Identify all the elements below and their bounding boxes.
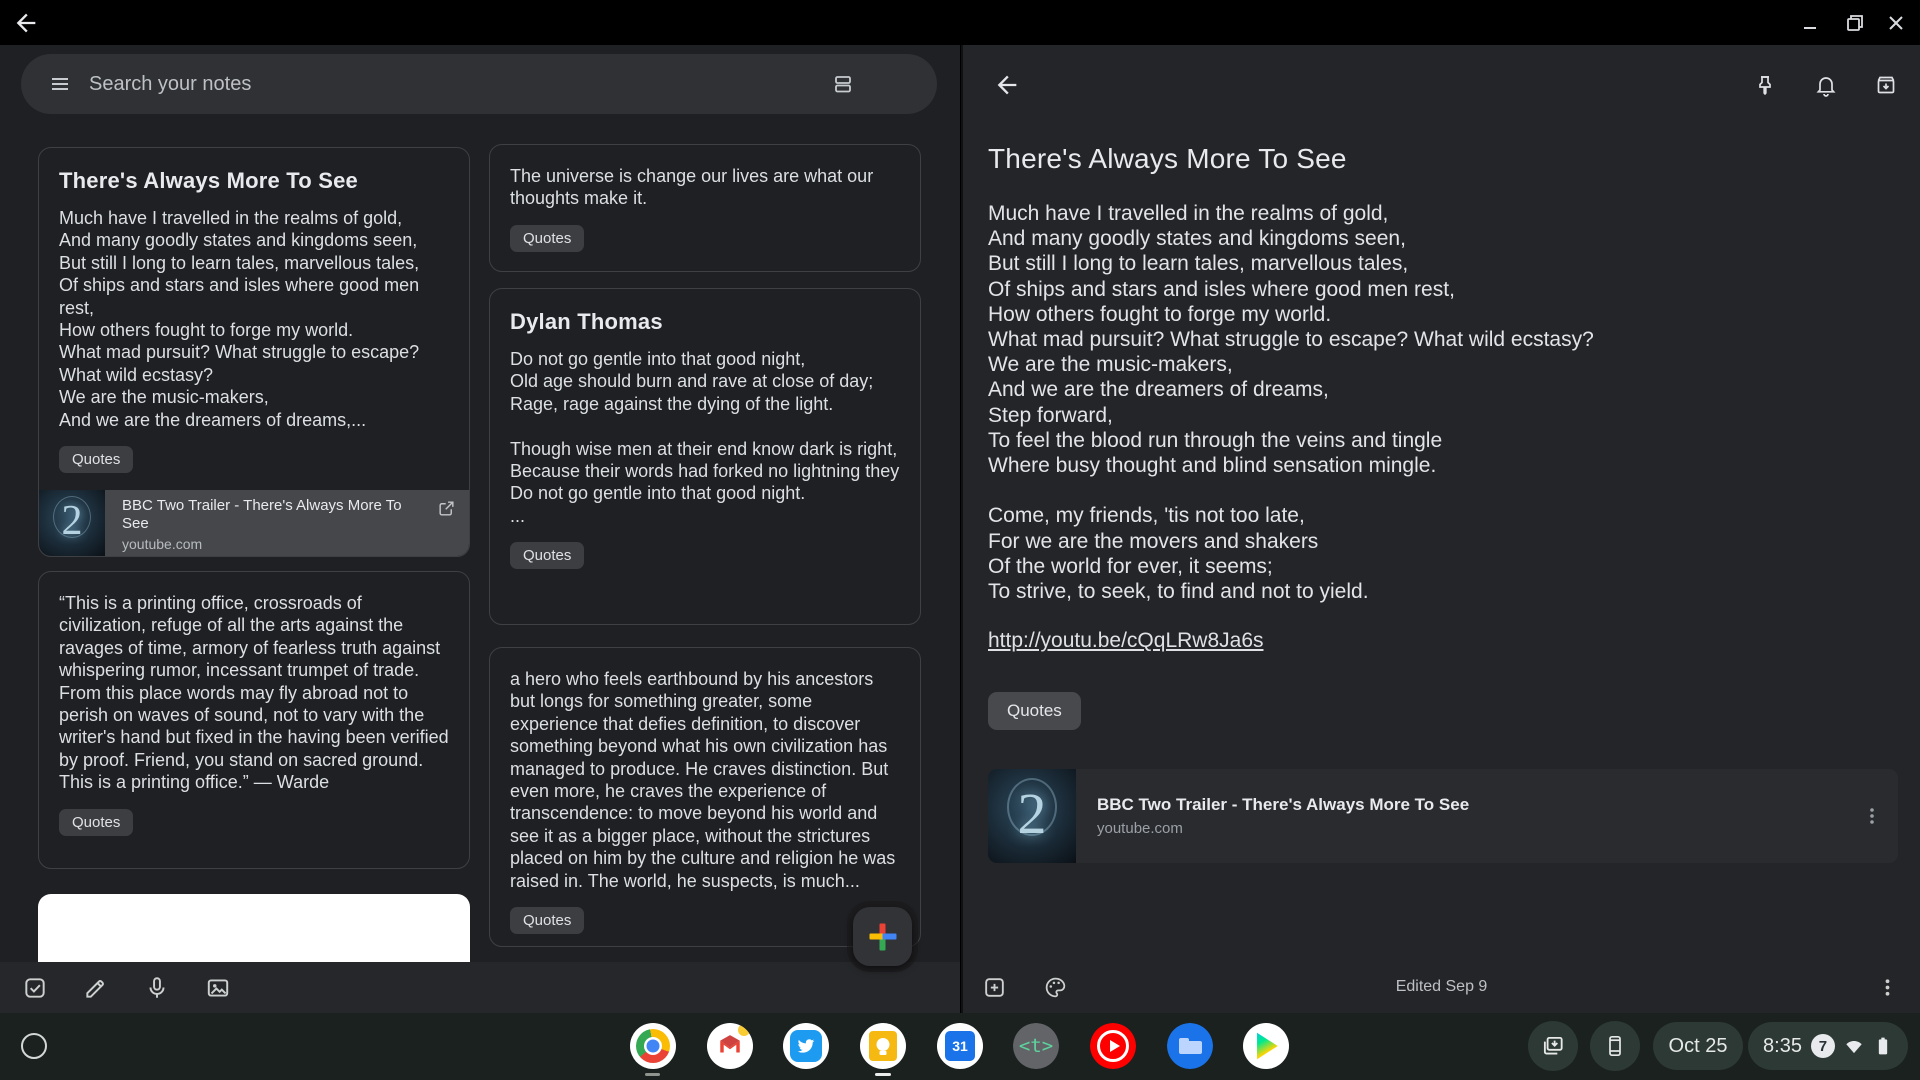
- note-detail-panel: There's Always More To See Much have I t…: [961, 45, 1920, 1013]
- screen-capture-tray-button[interactable]: [1528, 1021, 1578, 1071]
- gmail-app-icon[interactable]: [707, 1023, 753, 1069]
- chrome-app-icon[interactable]: [630, 1023, 676, 1069]
- close-button[interactable]: [1884, 11, 1908, 35]
- window-titlebar: [0, 0, 1920, 45]
- battery-icon: [1873, 1036, 1893, 1056]
- calendar-app-icon[interactable]: 31: [937, 1023, 983, 1069]
- youtube-music-app-icon[interactable]: [1090, 1023, 1136, 1069]
- plus-icon: [869, 923, 896, 950]
- link-card-menu-icon[interactable]: [1860, 804, 1884, 828]
- chromeos-screen: Search your notes There's Always More To…: [0, 0, 1920, 1080]
- link-card-domain: youtube.com: [1097, 820, 1183, 837]
- note-card[interactable]: “This is a printing office, crossroads o…: [38, 571, 470, 869]
- note-body: a hero who feels earthbound by his ances…: [510, 669, 896, 891]
- restore-button[interactable]: [1843, 11, 1867, 35]
- new-list-icon[interactable]: [22, 975, 48, 1001]
- link-thumbnail: 2: [39, 490, 105, 556]
- note-card[interactable]: The universe is change our lives are wha…: [489, 144, 921, 272]
- link-card[interactable]: 2 BBC Two Trailer - There's Always More …: [988, 769, 1898, 863]
- note-card[interactable]: a hero who feels earthbound by his ances…: [489, 647, 921, 947]
- note-title: There's Always More To See: [59, 168, 358, 193]
- pin-icon[interactable]: [1753, 73, 1777, 97]
- keep-app-icon[interactable]: [860, 1023, 906, 1069]
- detail-bottom-bar: Edited Sep 9: [963, 962, 1920, 1013]
- back-icon[interactable]: [993, 71, 1021, 99]
- label-chip[interactable]: Quotes: [510, 907, 585, 935]
- shelf-date: Oct 25: [1668, 1034, 1728, 1057]
- link-preview[interactable]: 2 BBC Two Trailer - There's Always More …: [39, 490, 469, 556]
- wifi-icon: [1844, 1036, 1864, 1056]
- note-card[interactable]: Dylan Thomas Do not go gentle into that …: [489, 288, 921, 625]
- label-chip[interactable]: Quotes: [59, 446, 134, 474]
- text-app-icon[interactable]: <t>: [1013, 1023, 1059, 1069]
- open-in-new-icon[interactable]: [437, 499, 456, 518]
- reminder-bell-icon[interactable]: [1814, 73, 1838, 97]
- link-preview-title: BBC Two Trailer - There's Always More To…: [122, 497, 402, 532]
- note-title: Dylan Thomas: [510, 309, 663, 334]
- label-chip[interactable]: Quotes: [510, 542, 585, 570]
- keep-running-indicator: [875, 1073, 891, 1076]
- status-tray-button[interactable]: 8:35 7: [1748, 1022, 1908, 1070]
- phone-hub-tray-button[interactable]: [1590, 1021, 1640, 1071]
- label-chip[interactable]: Quotes: [988, 692, 1081, 730]
- new-note-toolbar: [0, 962, 960, 1013]
- note-card[interactable]: There's Always More To See Much have I t…: [38, 147, 470, 557]
- link-preview-domain: youtube.com: [122, 536, 203, 552]
- menu-icon[interactable]: [48, 72, 72, 96]
- twitter-app-icon[interactable]: [783, 1023, 829, 1069]
- new-note-fab[interactable]: [853, 907, 912, 966]
- link-card-thumbnail: 2: [988, 769, 1076, 863]
- more-options-icon[interactable]: [1875, 975, 1900, 1000]
- detail-note-body[interactable]: Much have I travelled in the realms of g…: [988, 201, 1748, 604]
- new-image-note-icon[interactable]: [205, 975, 231, 1001]
- note-body: “This is a printing office, crossroads o…: [59, 593, 449, 793]
- note-body: Do not go gentle into that good night, O…: [510, 349, 900, 526]
- search-input[interactable]: Search your notes: [89, 73, 251, 96]
- date-tray-button[interactable]: Oct 25: [1653, 1022, 1743, 1070]
- notification-count-badge: 7: [1810, 1034, 1835, 1058]
- label-chip[interactable]: Quotes: [510, 224, 585, 252]
- play-store-app-icon[interactable]: [1243, 1023, 1289, 1069]
- youtube-link[interactable]: http://youtu.be/cQqLRw8Ja6s: [988, 629, 1264, 653]
- files-app-icon[interactable]: [1167, 1023, 1213, 1069]
- note-body: Much have I travelled in the realms of g…: [59, 208, 420, 430]
- new-drawing-icon[interactable]: [83, 975, 109, 1001]
- thumbnail-glyph: 2: [61, 498, 83, 545]
- chrome-running-indicator: [645, 1073, 660, 1076]
- link-card-title: BBC Two Trailer - There's Always More To…: [1097, 795, 1470, 814]
- note-card-white[interactable]: [38, 894, 470, 962]
- window-back-icon[interactable]: [12, 9, 40, 37]
- label-chip[interactable]: Quotes: [59, 808, 134, 836]
- view-toggle-icon[interactable]: [831, 72, 855, 96]
- gmail-notification-dot: [738, 1024, 750, 1036]
- search-bar[interactable]: Search your notes: [21, 54, 937, 114]
- archive-icon[interactable]: [1874, 73, 1898, 97]
- edited-timestamp: Edited Sep 9: [1395, 978, 1488, 995]
- shelf-time: 8:35: [1763, 1034, 1802, 1057]
- minimize-button[interactable]: [1798, 11, 1822, 35]
- thumbnail-glyph: 2: [1017, 780, 1047, 846]
- note-body: The universe is change our lives are wha…: [510, 166, 874, 209]
- notes-list-panel: Search your notes There's Always More To…: [0, 45, 960, 1013]
- chromeos-shelf: 31 <t> Oct 25 8:35 7: [0, 1013, 1920, 1080]
- new-audio-note-icon[interactable]: [144, 975, 170, 1001]
- launcher-button[interactable]: [21, 1033, 47, 1059]
- detail-note-title[interactable]: There's Always More To See: [988, 143, 1347, 175]
